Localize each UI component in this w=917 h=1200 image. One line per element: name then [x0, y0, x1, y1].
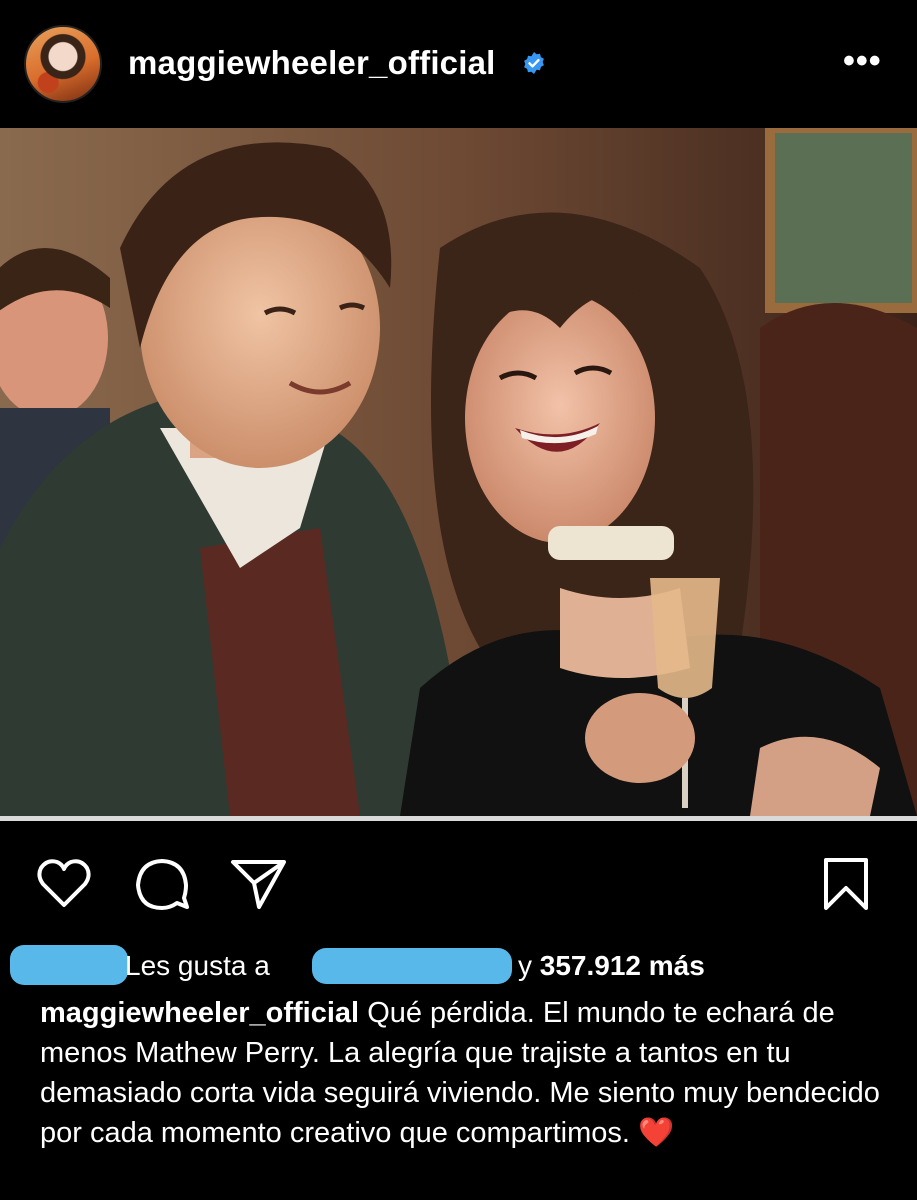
- redacted-username: [10, 945, 128, 985]
- likes-count: 357.912 más: [539, 950, 705, 981]
- verified-badge-icon: [524, 52, 544, 74]
- likes-row[interactable]: Les gusta a y 357.912 más: [0, 940, 917, 990]
- redacted-username: [312, 948, 512, 984]
- send-icon[interactable]: [228, 854, 288, 914]
- post-username[interactable]: maggiewheeler_official: [128, 44, 496, 82]
- likes-prefix: Les gusta a: [125, 950, 270, 981]
- comment-icon[interactable]: [132, 854, 192, 914]
- likes-summary: y 357.912 más: [518, 950, 705, 982]
- heart-emoji-icon: ❤️: [638, 1117, 675, 1149]
- avatar[interactable]: [24, 25, 102, 103]
- caption-username[interactable]: maggiewheeler_official: [40, 997, 359, 1029]
- post-header: maggiewheeler_official •••: [0, 0, 917, 128]
- post-image[interactable]: [0, 128, 917, 816]
- post-caption: maggiewheeler_official Qué pérdida. El m…: [40, 993, 890, 1153]
- action-bar: [0, 821, 917, 931]
- more-options-button[interactable]: •••: [843, 44, 882, 78]
- heart-icon[interactable]: [34, 854, 94, 914]
- post-photo: [0, 128, 917, 816]
- bookmark-icon[interactable]: [816, 854, 876, 914]
- likes-conjunction: y: [518, 950, 532, 981]
